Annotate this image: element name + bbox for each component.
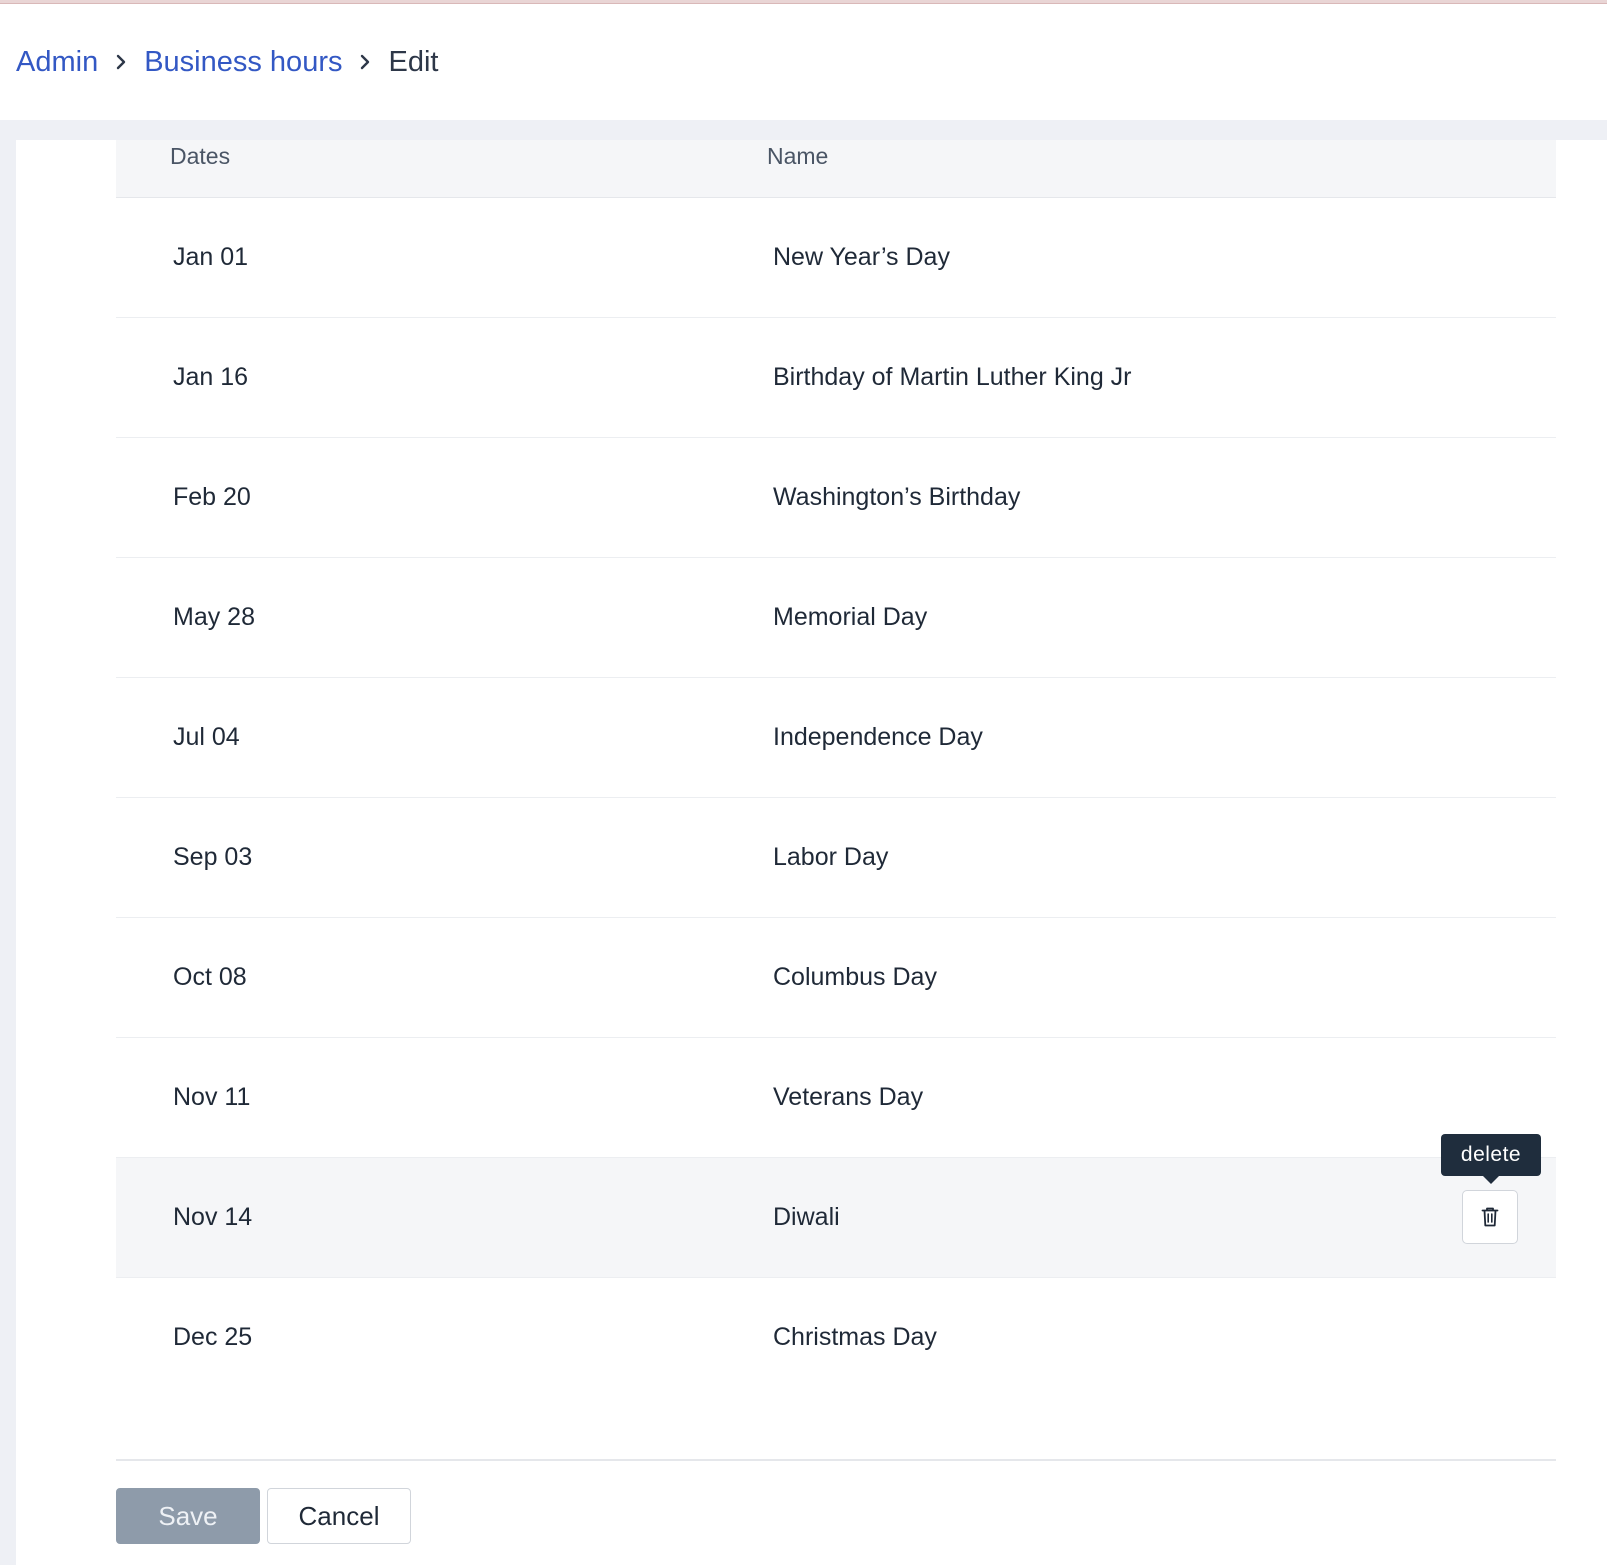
delete-row-button[interactable] (1462, 1190, 1518, 1244)
table-row: Jan 16 Birthday of Martin Luther King Jr (116, 318, 1556, 438)
row-date: Sep 03 (173, 843, 253, 871)
breadcrumb: Admin Business hours Edit (16, 44, 438, 80)
row-name: Veterans Day (773, 1083, 924, 1111)
row-date: Jan 16 (173, 363, 249, 391)
row-date: Jul 04 (173, 723, 240, 751)
row-name: Labor Day (773, 843, 889, 871)
cancel-button[interactable]: Cancel (267, 1488, 411, 1544)
row-name: New Year’s Day (773, 243, 950, 271)
table-row: Nov 11 Veterans Day (116, 1038, 1556, 1158)
row-name: Columbus Day (773, 963, 937, 991)
column-header-name: Name (767, 143, 829, 169)
save-button[interactable]: Save (116, 1488, 260, 1544)
trash-icon (1480, 1206, 1500, 1228)
row-name: Memorial Day (773, 603, 928, 631)
table-row: Feb 20 Washington’s Birthday (116, 438, 1556, 558)
delete-tooltip: delete (1441, 1134, 1541, 1184)
holidays-table: Dates Name Jan 01 New Year’s Day Jan 16 … (116, 140, 1556, 1398)
table-row: Jul 04 Independence Day (116, 678, 1556, 798)
breadcrumb-business-hours-link[interactable]: Business hours (144, 44, 342, 80)
table-row-hovered[interactable]: Nov 14 Diwali delete (116, 1134, 1556, 1278)
breadcrumb-admin-link[interactable]: Admin (16, 44, 98, 80)
row-date: Oct 08 (173, 963, 247, 991)
row-date: Feb 20 (173, 483, 251, 511)
row-date: Nov 14 (173, 1203, 253, 1231)
table-header: Dates Name (116, 140, 1556, 198)
row-name: Christmas Day (773, 1323, 937, 1351)
row-name: Diwali (773, 1203, 840, 1231)
footer-divider (116, 1459, 1556, 1461)
column-header-dates: Dates (170, 143, 231, 169)
table-row: Sep 03 Labor Day (116, 798, 1556, 918)
chevron-right-icon (98, 44, 144, 80)
page-header: Admin Business hours Edit (0, 4, 1607, 120)
row-name: Independence Day (773, 723, 983, 751)
table-row: Jan 01 New Year’s Day (116, 198, 1556, 318)
row-name: Birthday of Martin Luther King Jr (773, 363, 1132, 391)
table-row: Oct 08 Columbus Day (116, 918, 1556, 1038)
row-date: May 28 (173, 603, 255, 631)
breadcrumb-current-edit: Edit (388, 46, 439, 78)
row-name: Washington’s Birthday (773, 483, 1021, 511)
table-row: May 28 Memorial Day (116, 558, 1556, 678)
table-row: Dec 25 Christmas Day (116, 1278, 1556, 1398)
row-date: Dec 25 (173, 1323, 253, 1351)
holidays-panel: Dates Name Jan 01 New Year’s Day Jan 16 … (16, 140, 1607, 1565)
row-date: Jan 01 (173, 243, 249, 271)
chevron-right-icon (342, 44, 388, 80)
row-date: Nov 11 (173, 1083, 251, 1111)
